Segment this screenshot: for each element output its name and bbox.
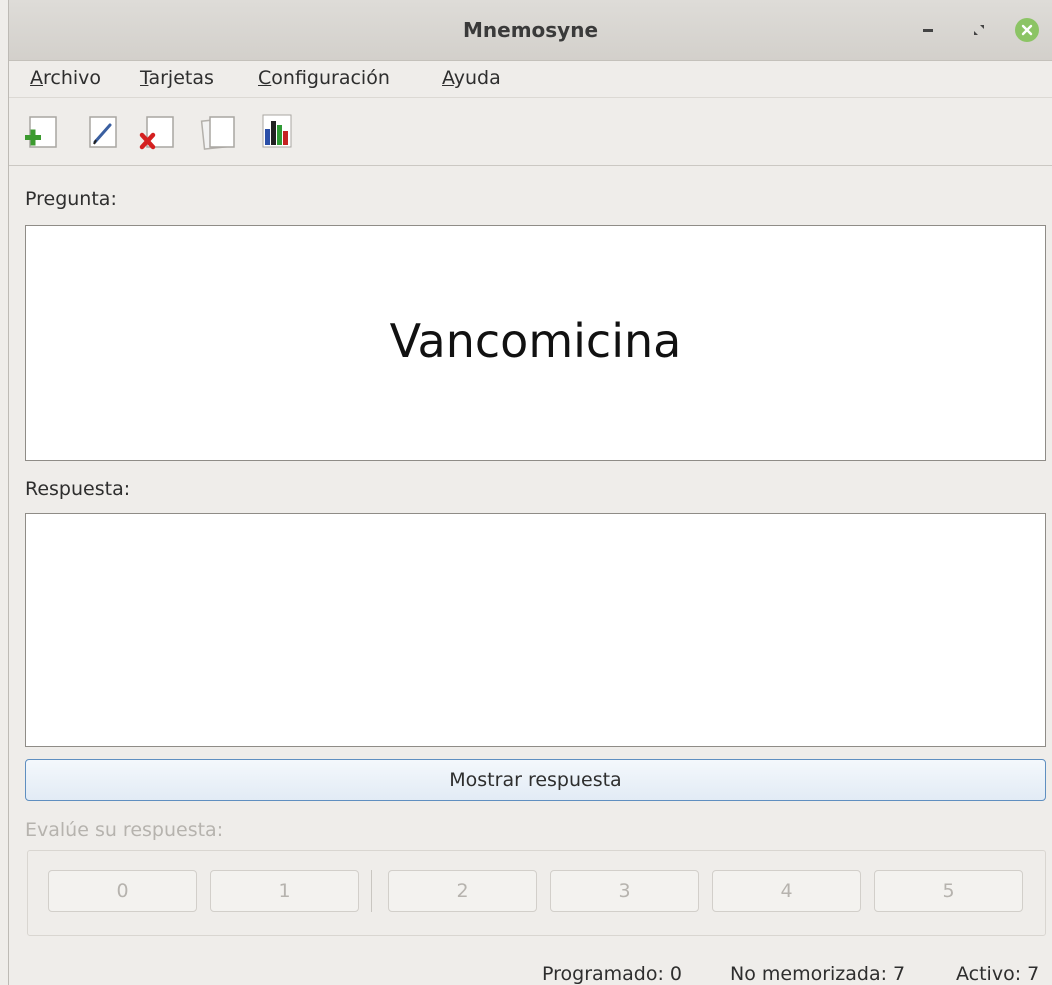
status-active: Activo: 7 — [956, 963, 1040, 985]
add-card-icon — [25, 116, 57, 148]
grade-4-button[interactable]: 4 — [712, 870, 861, 912]
card-browser-button[interactable] — [199, 111, 239, 153]
delete-card-icon — [139, 116, 174, 150]
statistics-button[interactable] — [258, 111, 298, 153]
menu-archivo[interactable]: Archivo — [30, 67, 101, 89]
edit-card-button[interactable] — [83, 111, 123, 153]
delete-card-button[interactable] — [137, 111, 177, 153]
grade-3-button[interactable]: 3 — [550, 870, 699, 912]
status-bar: Programado: 0 No memorizada: 7 Activo: 7 — [9, 945, 1052, 985]
answer-label: Respuesta: — [25, 478, 131, 500]
status-scheduled: Programado: 0 — [542, 963, 683, 985]
card-browser-icon — [200, 116, 235, 150]
add-card-button[interactable] — [23, 111, 63, 153]
main-window: Mnemosyne Archivo Tarjetas Configuración… — [0, 0, 1052, 985]
question-text: Vancomicina — [389, 314, 682, 368]
grade-5-button[interactable]: 5 — [874, 870, 1023, 912]
title-bar[interactable]: Mnemosyne — [9, 0, 1052, 61]
maximize-icon — [974, 25, 984, 35]
menu-tarjetas[interactable]: Tarjetas — [140, 67, 214, 89]
close-icon — [1015, 18, 1039, 42]
grade-separator — [371, 870, 372, 912]
minimize-icon — [923, 28, 933, 32]
show-answer-button[interactable]: Mostrar respuesta — [25, 759, 1046, 801]
minimize-button[interactable] — [914, 16, 942, 44]
grade-1-button[interactable]: 1 — [210, 870, 359, 912]
question-panel: Vancomicina — [25, 225, 1046, 461]
window-left-edge — [0, 0, 9, 985]
status-not-memorised: No memorizada: 7 — [730, 963, 906, 985]
menu-configuracion[interactable]: Configuración — [258, 67, 390, 89]
maximize-button[interactable] — [965, 16, 993, 44]
statistics-icon — [262, 114, 292, 148]
close-button[interactable] — [1013, 16, 1041, 44]
answer-panel — [25, 513, 1046, 747]
toolbar — [9, 98, 1052, 166]
menu-bar: Archivo Tarjetas Configuración Ayuda — [9, 61, 1052, 98]
window-title: Mnemosyne — [462, 18, 599, 42]
grade-label: Evalúe su respuesta: — [25, 819, 224, 841]
grade-2-button[interactable]: 2 — [388, 870, 537, 912]
menu-ayuda[interactable]: Ayuda — [442, 67, 501, 89]
question-label: Pregunta: — [25, 188, 117, 210]
edit-card-icon — [89, 116, 117, 148]
grade-0-button[interactable]: 0 — [48, 870, 197, 912]
